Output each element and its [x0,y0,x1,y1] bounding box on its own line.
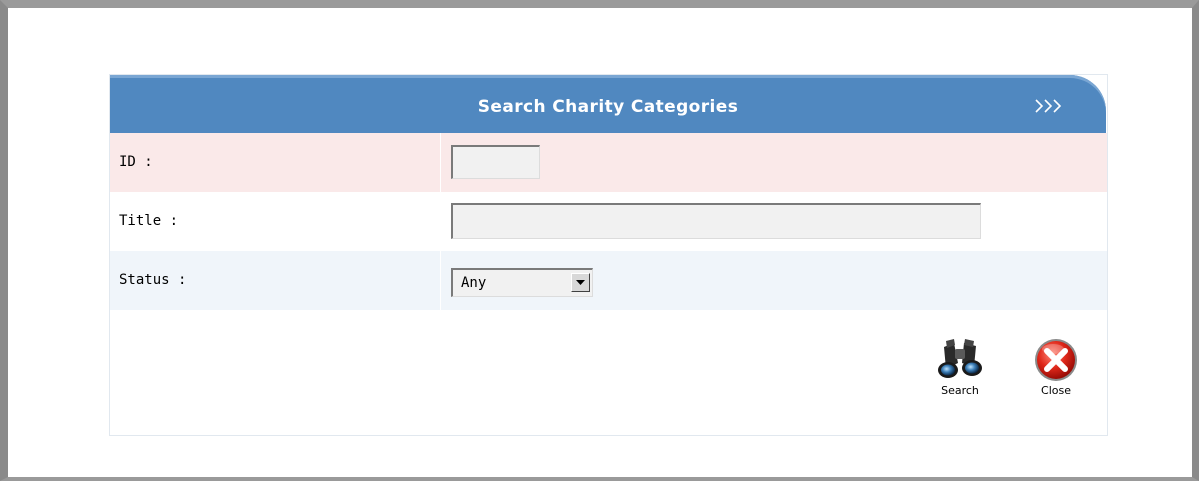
status-select-value: Any [461,275,487,291]
search-button-label: Search [941,384,979,397]
form-row-status: Status : Any [110,251,1107,310]
close-button[interactable]: Close [1024,337,1088,417]
id-input[interactable] [451,145,540,179]
triple-chevron-right-icon [1035,99,1062,113]
column-divider [440,133,441,192]
dropdown-arrow-button[interactable] [571,273,590,292]
chevron-down-icon [576,280,585,285]
dialog-header: Search Charity Categories [110,75,1106,133]
column-divider [440,251,441,310]
form-row-id: ID : [110,133,1107,192]
binoculars-icon [938,339,982,378]
id-label: ID : [119,154,153,170]
close-x-icon [1035,339,1077,381]
close-button-label: Close [1041,384,1071,397]
status-label: Status : [119,272,187,288]
column-divider [440,192,441,251]
window-frame: Search Charity Categories ID : Title : S… [0,0,1199,481]
title-input[interactable] [451,203,981,239]
form-row-title: Title : [110,192,1107,251]
status-select[interactable]: Any [451,268,593,297]
search-button[interactable]: Search [928,337,992,417]
title-label: Title : [119,213,179,229]
dialog-title: Search Charity Categories [477,97,739,117]
search-dialog: Search Charity Categories ID : Title : S… [109,74,1108,436]
